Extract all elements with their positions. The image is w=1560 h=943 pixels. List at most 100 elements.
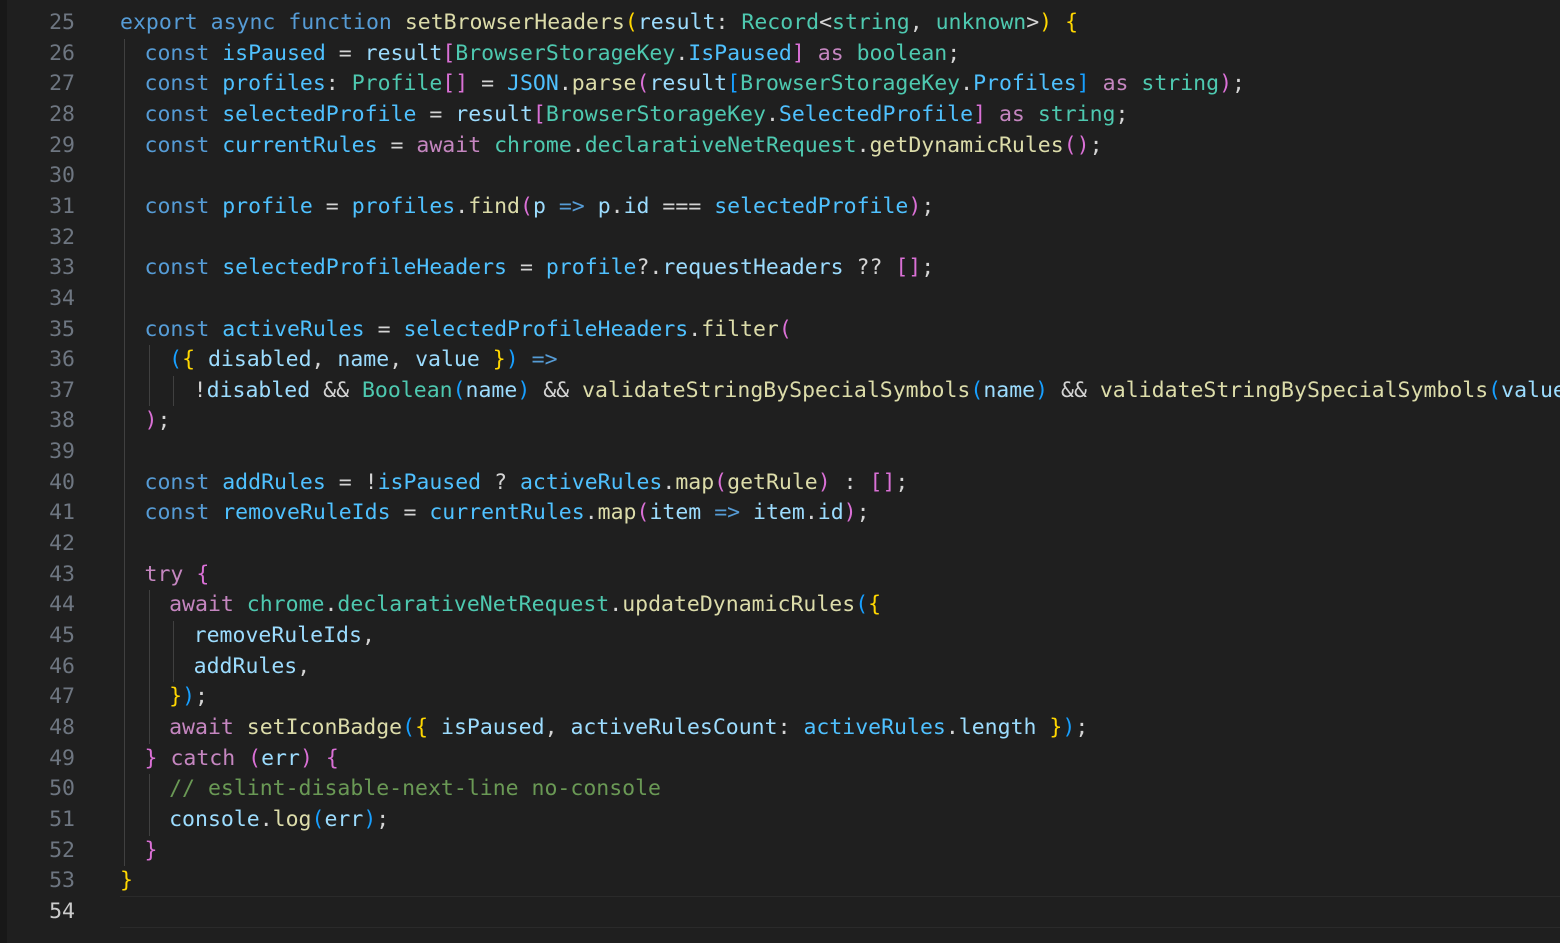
- code-token: log: [272, 806, 312, 832]
- code-token: value: [1501, 377, 1560, 403]
- code-token: const: [144, 500, 210, 526]
- line-number: 45: [49, 623, 75, 648]
- code-token: ;: [921, 193, 935, 219]
- code-line[interactable]: }: [145, 836, 158, 867]
- code-token: ;: [1115, 101, 1129, 127]
- code-token: id: [817, 500, 844, 526]
- line-number: 28: [49, 101, 75, 127]
- code-token: ): [517, 377, 531, 403]
- code-token: [: [727, 71, 741, 97]
- code-line[interactable]: const addRules = !isPaused ? activeRules…: [145, 468, 909, 499]
- editor-left-strip: [0, 0, 7, 943]
- code-token: []: [895, 255, 922, 281]
- code-line[interactable]: const activeRules = selectedProfileHeade…: [145, 315, 792, 346]
- code-token: name: [465, 377, 518, 403]
- code-token: result: [649, 71, 728, 97]
- code-token: isPaused: [441, 714, 545, 740]
- code-token: const: [144, 469, 210, 495]
- code-token: currentRules: [429, 500, 585, 526]
- code-line[interactable]: const profiles: Profile[] = JSON.parse(r…: [145, 69, 1245, 100]
- code-line[interactable]: removeRuleIds,: [194, 621, 375, 652]
- line-number: 34: [49, 285, 75, 311]
- code-line[interactable]: await setIconBadge({ isPaused, activeRul…: [169, 713, 1088, 744]
- line-number: 39: [49, 439, 75, 465]
- code-token: ): [1219, 71, 1233, 97]
- code-token: name: [983, 377, 1036, 403]
- code-token: .: [609, 592, 623, 618]
- code-token: setBrowserHeaders: [404, 10, 625, 35]
- code-line[interactable]: export async function setBrowserHeaders(…: [120, 8, 1078, 39]
- code-token: length: [958, 714, 1037, 740]
- line-number: 43: [49, 561, 75, 587]
- code-token: ,: [297, 653, 311, 679]
- code-line[interactable]: } catch (err) {: [145, 744, 339, 775]
- code-token: as: [1102, 71, 1129, 97]
- code-token: .: [584, 500, 598, 526]
- code-line[interactable]: // eslint-disable-next-line no-console: [169, 774, 661, 805]
- code-token: =>: [558, 193, 585, 219]
- code-token: activeRules: [519, 469, 663, 495]
- code-token: {: [182, 347, 196, 373]
- code-token: item: [753, 500, 805, 526]
- code-token: ]: [791, 40, 805, 66]
- code-token: selectedProfileHeaders: [222, 255, 508, 281]
- code-token: chrome: [246, 592, 325, 618]
- code-line[interactable]: const selectedProfileHeaders = profile?.…: [145, 253, 935, 284]
- code-line[interactable]: console.log(err);: [169, 805, 389, 836]
- code-token: const: [144, 40, 210, 66]
- code-token: SelectedProfile: [778, 101, 974, 127]
- code-token: (: [248, 745, 262, 771]
- line-number: 54: [49, 898, 75, 924]
- code-token: (: [402, 714, 416, 740]
- code-token: ;: [856, 500, 870, 526]
- code-line[interactable]: const selectedProfile = result[BrowserSt…: [145, 100, 1129, 131]
- code-line[interactable]: const profile = profiles.find(p => p.id …: [145, 192, 935, 223]
- code-token: [: [532, 101, 546, 127]
- line-number: 44: [49, 592, 75, 618]
- code-token: declarativeNetRequest: [584, 132, 857, 158]
- code-editor[interactable]: 25 26 27 28 29 30 31 32 33 34 35 36 37 38 39 40 41 42 43 44…: [0, 0, 1560, 943]
- code-token: profiles: [222, 71, 326, 97]
- code-line[interactable]: ({ disabled, name, value }) =>: [169, 345, 557, 376]
- code-line[interactable]: );: [145, 406, 171, 437]
- code-token: ;: [921, 255, 935, 281]
- code-token: ;: [895, 469, 909, 495]
- code-token: }: [492, 347, 506, 373]
- code-line[interactable]: const isPaused = result[BrowserStorageKe…: [145, 39, 961, 70]
- code-token: chrome: [494, 132, 572, 158]
- code-token: IsPaused: [688, 40, 792, 66]
- code-token: {: [196, 561, 210, 587]
- code-token: selectedProfile: [714, 193, 909, 219]
- code-token: addRules: [193, 653, 298, 679]
- code-token: ): [144, 408, 158, 434]
- line-number: 36: [49, 347, 75, 373]
- code-line[interactable]: await chrome.declarativeNetRequest.updat…: [169, 590, 881, 621]
- code-token: .: [856, 132, 870, 158]
- code-token: ): [908, 193, 922, 219]
- code-token: (: [1488, 377, 1502, 403]
- code-line[interactable]: });: [169, 682, 208, 713]
- code-line[interactable]: const currentRules = await chrome.declar…: [145, 131, 1103, 162]
- code-token: {: [325, 745, 339, 771]
- code-token: ]: [1076, 71, 1090, 97]
- code-line[interactable]: addRules,: [194, 652, 311, 683]
- line-number: 53: [49, 868, 75, 894]
- code-token: ;: [1089, 132, 1103, 158]
- code-line[interactable]: try {: [145, 560, 210, 591]
- code-line[interactable]: !disabled && Boolean(name) && validateSt…: [194, 376, 1560, 407]
- code-token: .: [662, 469, 676, 495]
- code-token: profile: [222, 193, 313, 219]
- code-area[interactable]: export async function setBrowserHeaders(…: [120, 0, 1560, 943]
- code-line[interactable]: }: [120, 866, 133, 897]
- code-line[interactable]: const removeRuleIds = currentRules.map(i…: [145, 498, 870, 529]
